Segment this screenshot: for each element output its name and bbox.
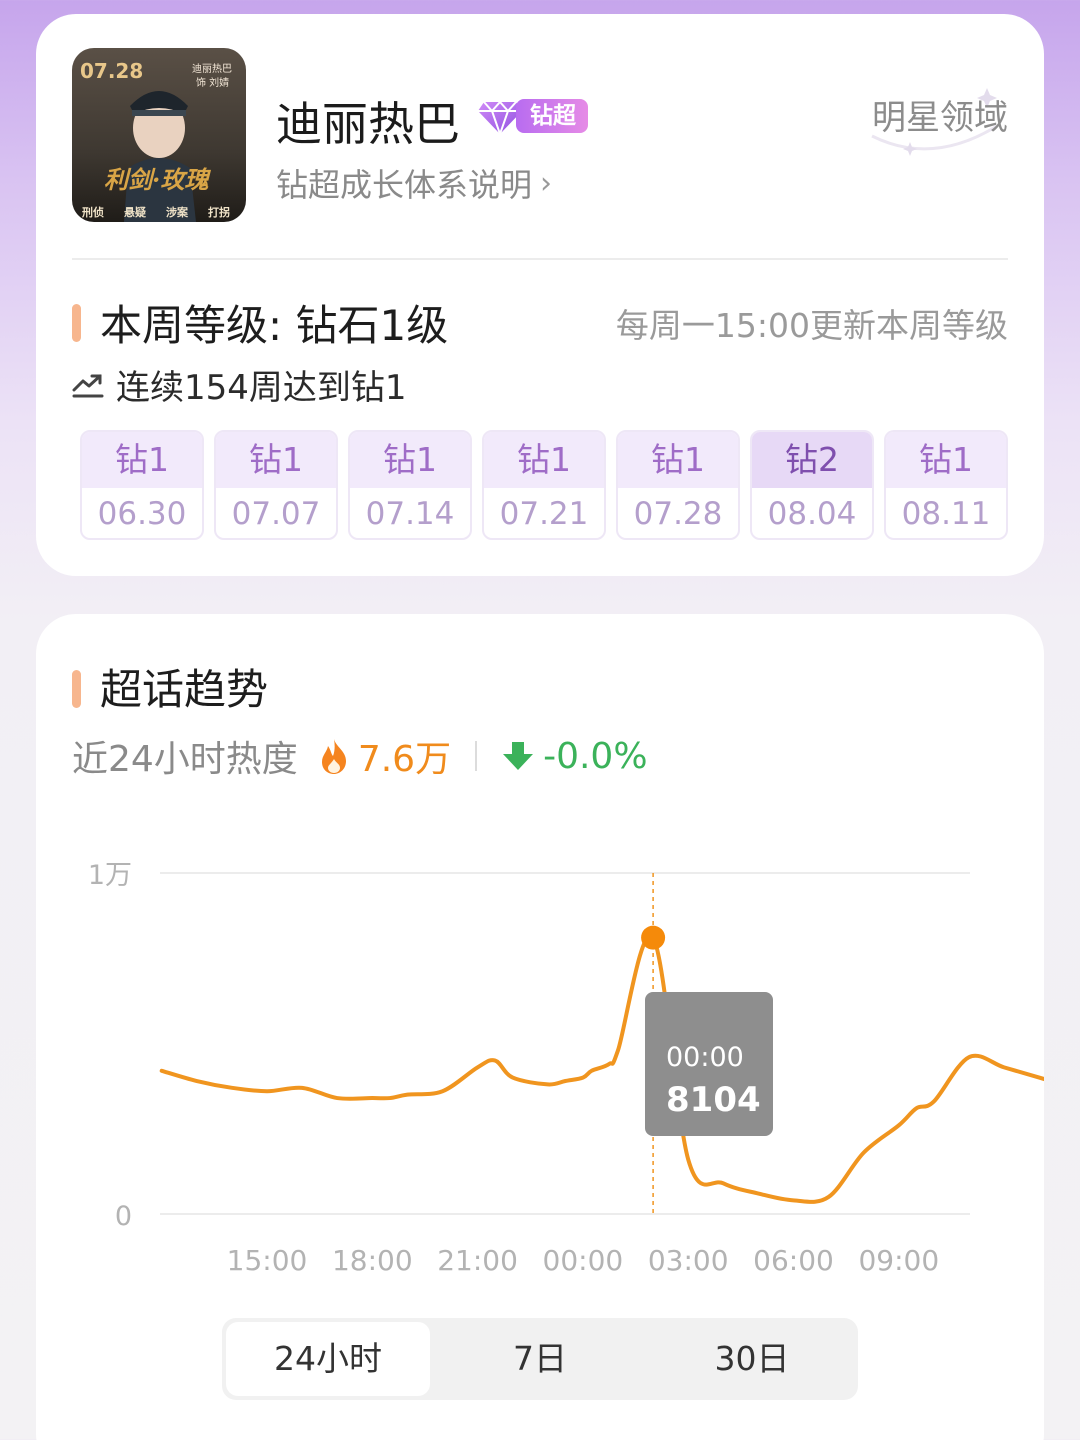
trend-line-chart[interactable]: 1万0 15:00 18:00 21:00 00:00 03:00 06:00 09:00 …	[36, 614, 1044, 1314]
tab-24h[interactable]: 24小时	[226, 1322, 430, 1396]
star-avatar-poster[interactable]: 07.28 迪丽热巴 饰 刘婧 利剑·玫瑰 刑侦 悬疑 涉案 打拐	[72, 48, 246, 222]
y-tick-label: 0	[115, 1201, 132, 1232]
divider	[72, 258, 1008, 260]
star-name: 迪丽热巴	[276, 97, 460, 151]
x-tick-label: 15:00	[227, 1244, 308, 1277]
week-date: 07.28	[633, 496, 723, 532]
highlight-point[interactable]	[641, 925, 666, 950]
poster-tag: 打拐	[208, 205, 230, 219]
y-tick-label: 1万	[88, 860, 132, 891]
x-tick-label: 09:00	[858, 1244, 939, 1277]
week-date: 08.04	[767, 496, 857, 532]
chevron-right-icon: ›	[540, 165, 553, 201]
star-domain-link[interactable]: 明星领域	[872, 90, 1008, 139]
poster-tag: 刑侦	[82, 205, 104, 219]
growth-link-label: 钻超成长体系说明	[276, 166, 533, 204]
week-level: 钻1	[618, 432, 738, 488]
poster-caption-role: 饰 刘婧	[196, 76, 229, 89]
heat-series-line	[159, 933, 1044, 1204]
tooltip-time: 00:00	[666, 1042, 744, 1073]
weekly-level-title: 本周等级: 钻石1级	[100, 301, 449, 350]
topic-trend-card: 超话趋势 近24小时热度 7.6万 -0.0% 1万 0 15:00 18:00 21…	[36, 614, 1044, 1440]
poster-title-art: 利剑·玫瑰	[104, 165, 211, 194]
week-level-cell[interactable]: 钻1 07.21	[482, 430, 606, 540]
range-tabs: 24小时 7日 30日	[222, 1318, 858, 1400]
x-tick-label: 21:00	[437, 1244, 518, 1277]
week-date: 08.11	[901, 496, 991, 532]
badge-label: 钻超	[516, 99, 588, 133]
week-level: 钻1	[886, 432, 1006, 488]
week-date: 07.14	[365, 496, 455, 532]
diamond-super-badge[interactable]: 钻超	[476, 96, 588, 136]
tab-30d[interactable]: 30日	[650, 1322, 854, 1396]
trend-up-icon	[72, 374, 104, 397]
growth-system-link[interactable]: 钻超成长体系说明 ›	[276, 160, 552, 206]
streak-text: 连续154周达到钻1	[116, 368, 407, 408]
week-level-cell[interactable]: 钻1 07.07	[214, 430, 338, 540]
tooltip-value: 8104	[666, 1080, 761, 1120]
update-schedule-note: 每周一15:00更新本周等级	[615, 306, 1008, 345]
week-date: 07.07	[231, 496, 321, 532]
chart-tooltip: 00:00 8104	[645, 992, 773, 1136]
streak-row: 连续154周达到钻1	[72, 360, 407, 409]
week-level: 钻1	[350, 432, 470, 488]
x-tick-label: 03:00	[648, 1244, 729, 1277]
poster-tag: 悬疑	[123, 205, 146, 219]
chart-grid	[160, 872, 970, 1215]
poster-date: 07.28	[80, 59, 143, 83]
week-level: 钻1	[484, 432, 604, 488]
section-accent-bar	[72, 304, 81, 342]
x-tick-label: 06:00	[753, 1244, 834, 1277]
x-tick-label: 18:00	[332, 1244, 413, 1277]
week-level-cell[interactable]: 钻2 08.04	[750, 430, 874, 540]
week-level-cell[interactable]: 钻1 07.28	[616, 430, 740, 540]
week-level: 钻1	[82, 432, 202, 488]
star-level-card: 07.28 迪丽热巴 饰 刘婧 利剑·玫瑰 刑侦 悬疑 涉案 打拐 迪丽热巴 钻…	[36, 14, 1044, 576]
week-level-cell[interactable]: 钻1 08.11	[884, 430, 1008, 540]
week-date: 06.30	[97, 496, 187, 532]
week-level-cell[interactable]: 钻1 06.30	[80, 430, 204, 540]
poster-caption-top: 迪丽热巴	[192, 62, 232, 75]
tab-7d[interactable]: 7日	[438, 1322, 642, 1396]
poster-tag: 涉案	[166, 205, 189, 219]
week-level: 钻1	[216, 432, 336, 488]
week-date: 07.21	[499, 496, 589, 532]
weekly-level-history: 钻1 06.30 钻1 07.07 钻1 07.14 钻1 07.21 钻1 07.28 …	[80, 430, 1008, 540]
week-level: 钻2	[752, 432, 872, 488]
week-level-cell[interactable]: 钻1 07.14	[348, 430, 472, 540]
x-tick-label: 00:00	[543, 1244, 624, 1277]
